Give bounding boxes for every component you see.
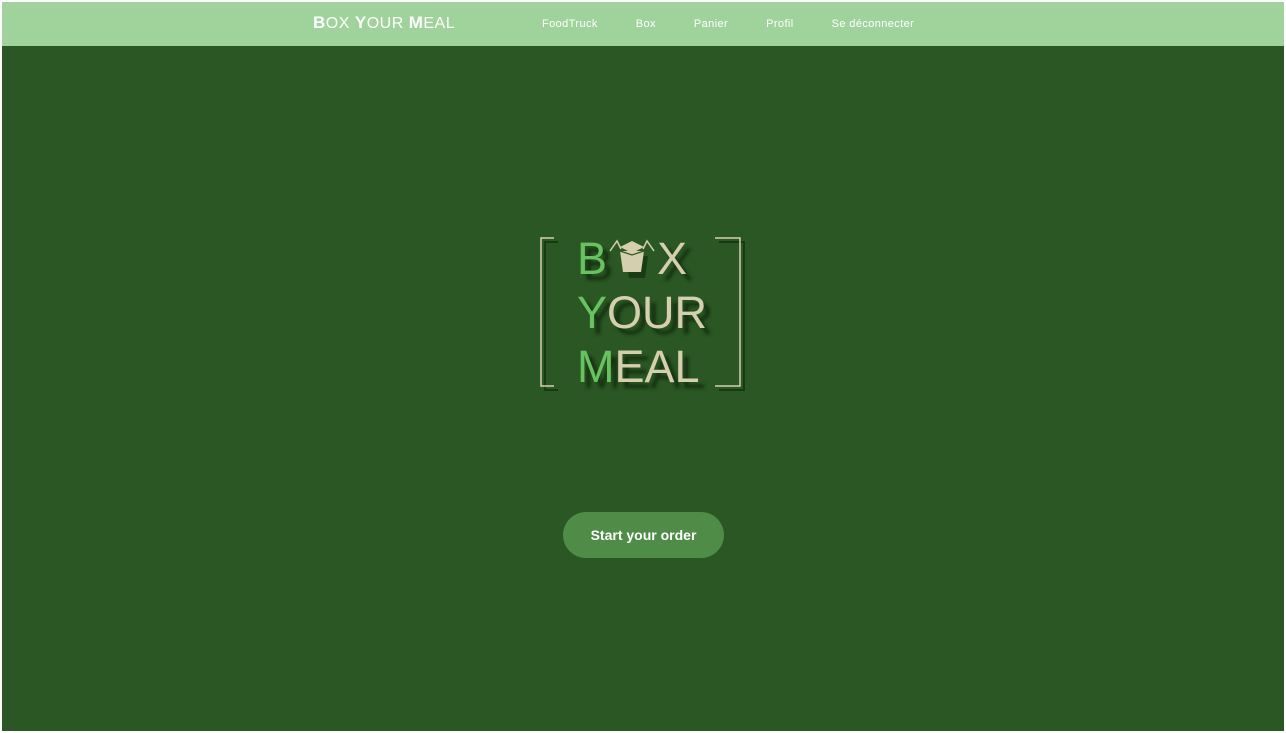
logo-letter-y: Y	[577, 287, 608, 338]
brand-logo-link[interactable]: BOX YOUR MEAL	[313, 13, 455, 33]
brand-text-our: OUR	[366, 15, 409, 32]
takeout-box-icon	[607, 235, 657, 278]
brand-letter-m: M	[408, 13, 424, 32]
nav-link-foodtruck[interactable]: FoodTruck	[542, 18, 598, 30]
brand-text-eal: EAL	[423, 15, 456, 32]
nav-link-panier[interactable]: Panier	[694, 18, 728, 30]
brand-text-ox: OX	[325, 15, 355, 32]
logo-letter-b: B	[577, 233, 608, 284]
brand-letter-y: Y	[354, 13, 367, 32]
hero-logo: B X YOUR MEAL	[537, 234, 757, 396]
top-navbar: BOX YOUR MEAL FoodTruck Box Panier Profi…	[2, 2, 1284, 46]
start-order-button[interactable]: Start your order	[563, 512, 724, 558]
logo-line-your: YOUR	[577, 290, 707, 335]
brand-letter-b: B	[313, 13, 326, 32]
nav-link-logout[interactable]: Se déconnecter	[832, 18, 915, 30]
page-background: BOX YOUR MEAL FoodTruck Box Panier Profi…	[2, 2, 1284, 731]
nav-link-profil[interactable]: Profil	[766, 18, 793, 30]
logo-letter-x: X	[657, 233, 688, 284]
logo-line-meal: MEAL	[577, 344, 700, 389]
logo-text-our: OUR	[607, 287, 708, 338]
logo-text-eal: EAL	[614, 341, 700, 392]
nav-links: FoodTruck Box Panier Profil Se déconnect…	[542, 2, 952, 46]
logo-letter-m: M	[577, 341, 615, 392]
nav-link-box[interactable]: Box	[636, 18, 656, 30]
logo-line-box: B X	[577, 236, 687, 281]
